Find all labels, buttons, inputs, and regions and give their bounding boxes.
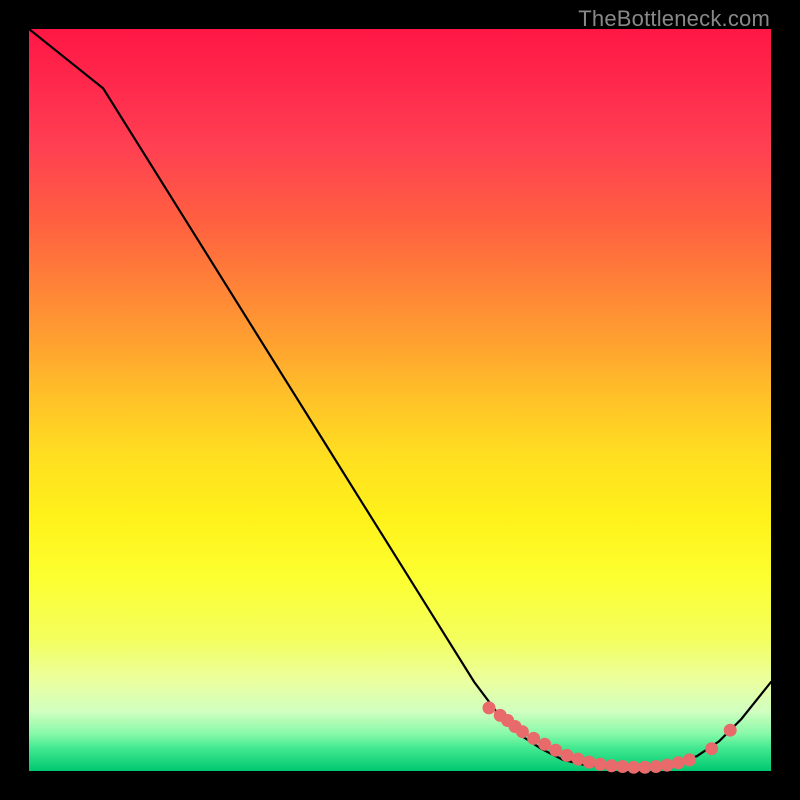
trough-marker (483, 701, 496, 714)
trough-markers (483, 701, 737, 773)
trough-marker (572, 753, 585, 766)
trough-marker (661, 759, 674, 772)
curve-layer (29, 29, 771, 771)
trough-marker (560, 749, 573, 762)
bottleneck-curve (29, 29, 771, 767)
trough-marker (538, 738, 551, 751)
trough-marker (705, 742, 718, 755)
plot-area (29, 29, 771, 771)
trough-marker (594, 758, 607, 771)
trough-marker (549, 744, 562, 757)
chart-frame: TheBottleneck.com (0, 0, 800, 800)
trough-marker (724, 724, 737, 737)
trough-marker (605, 759, 618, 772)
trough-marker (672, 756, 685, 769)
trough-marker (583, 756, 596, 769)
trough-marker (627, 761, 640, 774)
trough-marker (527, 732, 540, 745)
trough-marker (638, 761, 651, 774)
trough-marker (516, 725, 529, 738)
trough-marker (616, 760, 629, 773)
trough-marker (683, 753, 696, 766)
trough-marker (650, 760, 663, 773)
